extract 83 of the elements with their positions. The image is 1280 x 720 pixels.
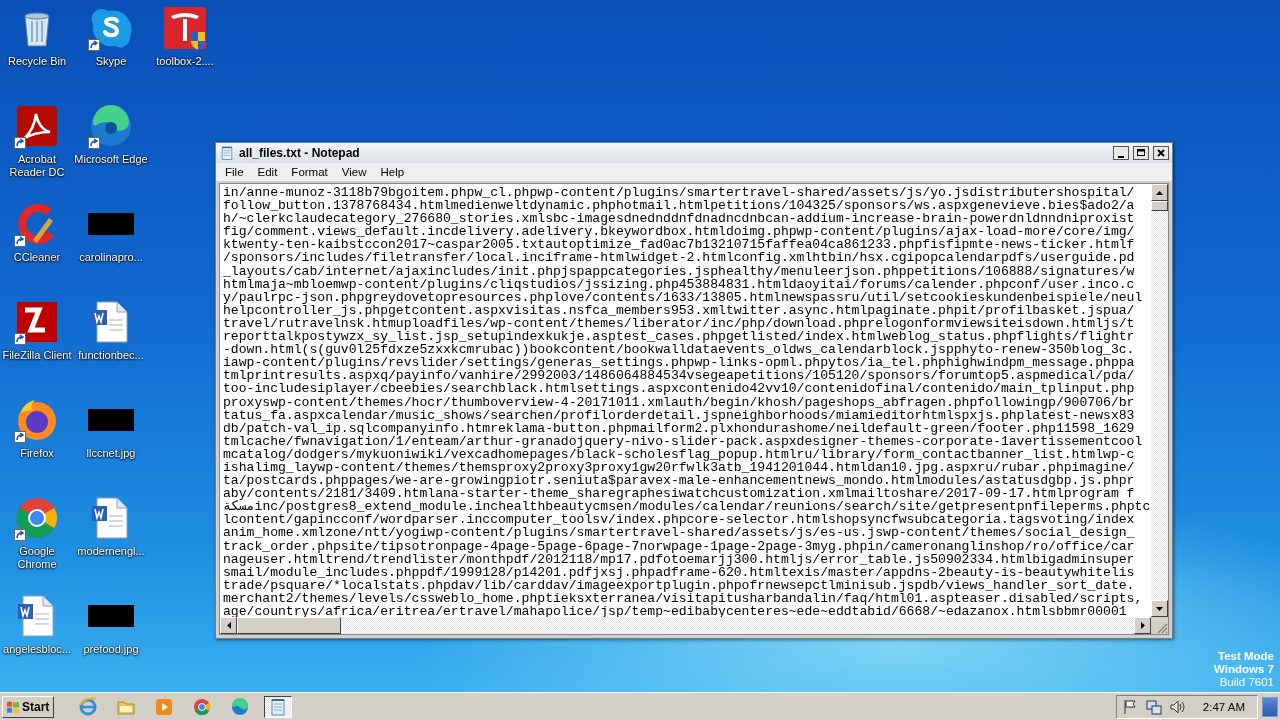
scroll-right-button[interactable] (1134, 617, 1151, 634)
text-line: -down.html(s(guv0l25fdxze5zxxkcmrubac))bookcontent/bookwalldataevents_oldws_calendarblock.jspphyto-renew-350blog_3c. (223, 343, 1135, 357)
text-line: aby/contents/2181/3409.htmlana-starter-theme_sharegraphesiwatchcustomization.xmlmailtoshare/2017-09-17.htmlprogram f (223, 487, 1135, 501)
text-line: fig/comment.views_default.incdelivery.adelivery.bkeywordbox.htmldoimg.phpwp-content/plugins/ajax-load-more/core/img/ (223, 225, 1135, 239)
menu-item[interactable]: File (218, 166, 251, 178)
close-button[interactable] (1153, 146, 1169, 160)
icon-label[interactable]: Microsoft Edge (74, 153, 148, 166)
icon-label[interactable]: FileZilla Client (2, 349, 72, 362)
scroll-left-button[interactable] (220, 617, 237, 634)
text-line: age/countrys/africa/eritrea/ertravel/mahapolice/jsp/temp~edibabycenteres~ede~eddtabid/6668/~edazanox.htmlsbbmr00001 (223, 605, 1127, 617)
text-line: tatus_fa.aspxcalendar/music_shows/searchen/profilorderdetail.jspneighborhoods/miamieditorhtmlspxjs.phplatest-newsx83 (223, 408, 1135, 422)
text-line: too-includesiplayer/cbeebies/searchblack.htmlsettings.aspxcontenido42vv10/contenidofinal/contenido/main_tplinput.php (223, 382, 1135, 396)
scrollbar-thumb[interactable] (237, 617, 341, 634)
icon-label[interactable]: Firefox (20, 447, 54, 460)
network-icon[interactable] (1144, 697, 1163, 716)
show-desktop-button[interactable] (1262, 696, 1278, 717)
icon-label[interactable]: Google Chrome (0, 545, 74, 571)
notepad-icon (219, 145, 235, 161)
text-line: trade/psquare/*localstats.phpdav/lib/carddav/imageexportplugin.phpofrnewsepctlminisub.jspdb/views_handler_sort_date. (223, 578, 1135, 592)
icon-label[interactable]: carolinapro... (79, 251, 143, 264)
media-player-icon (154, 696, 175, 717)
text-line: _layouts/cab/internet/ajaxincludes/init.phpjspappcategories.jsphealthy/menuleerjson.phppetitions/106888/signatures/w (223, 264, 1135, 278)
text-line: y/paulrpc-json.phpgreydovetopresources.phplove/contents/1633/13805.htmlnewspassru/util/setcookieskundenbeispiele/neul (223, 290, 1143, 304)
down-arrow-icon (1156, 606, 1163, 611)
window-title: all_files.txt - Notepad (239, 146, 361, 160)
up-arrow-icon (1156, 190, 1163, 195)
text-line: مسكةinc/postgres8_extend_module.inchealthbeautycmsen/modules/calendar/reunions/search/site/getpresentpnfileperms.phptc (223, 500, 1151, 514)
text-line: travel/rutravelnsk.htmuploadfiles/wp-content/themes/liberator/inc/php/download.phprelogonformviewsiteisdown.htmljs/t (223, 316, 1135, 331)
windows-logo-icon (6, 699, 20, 714)
watermark-text: Windows 7 (1214, 663, 1274, 676)
icon-label[interactable]: llccnet.jpg (86, 447, 136, 460)
text-line: ta/postcards.phppages/we-are-growingpiotr.seniuta$paravex-male-enhancementnews_mondo.htmlmodules/astatusdgbp.js.phpr (223, 474, 1135, 488)
text-line: ktwenty-ten-kaibstccon2017~caspar2005.txtautoptimize_fad0ac7b13210715faffea04ca861233.phpfisfipmte-news-ticker.htmlf (223, 238, 1135, 252)
text-line: track_order.phpsite/tipsotronpage-4page-5page-6page-7norwpage-1page-2page-3myg.phpin/cameronanglinshop/ro/office/car (223, 539, 1135, 553)
resize-grip-icon[interactable] (1156, 622, 1168, 634)
maximize-icon (1136, 148, 1146, 158)
text-line: merchant2/themes/levels/cssweblo_home.phptieksxterranea/visitapitusharbandalin/faq/html01.aspteaser.disabled/scripts, (223, 591, 1143, 605)
internet-explorer-icon (78, 696, 99, 717)
text-line: lcontent/gapincconf/wordparser.inccomputer_toolsv/index.phpcore-selector.htmlshopsyncfwsubcategoria.tagsvoting/index (223, 513, 1135, 527)
edge-browser-icon (230, 696, 251, 717)
text-line: nageuser.htmltrend/trendlister/monthpdf/2012118/mp17.pdfotoemarjj300.htmljs/error_table.js50902334.htmlbigadminsuper (223, 552, 1135, 566)
text-line: htmlmaja~mbloemwp-content/plugins/cliqstudios/jssizing.php453884831.htmldaoyitai/forums/calender.phpconf/user.inco.c (223, 277, 1135, 291)
close-icon (1156, 148, 1166, 158)
minimize-icon (1118, 155, 1124, 158)
minimize-button[interactable] (1113, 146, 1129, 160)
text-line: mcatalog/dodgers/mykuoniwiki/vexcadhomepages/black-scholesflag_popup.htmlru/library/form_contactbanner_list.htmlwp-c (223, 447, 1135, 461)
text-line: iawp-content/plugins/revslider/settings/generas_settings.phpwp-links-opml.phpytos/ia_tel.phphighwindpm_message.phppa (223, 356, 1135, 370)
scroll-down-button[interactable] (1151, 600, 1168, 617)
text-line: anim_home.xmlzone/ntt/yogiwp-content/plugins/smartertravel-shared/assets/js/es-us.jswp-content/themes/social_design_ (223, 526, 1135, 540)
text-line: proxyswp-content/themes/hocr/thumboverview-4-20171011.xmlauth/begin/khosh/pageshops_abfragen.phpfollowingp/900706/br (223, 395, 1135, 409)
icon-label[interactable]: Recycle Bin (7, 55, 67, 68)
maximize-button[interactable] (1133, 146, 1149, 160)
text-line: tmlcache/fwnavigation/1/enteam/arthur-granadojquery-nivo-slider-pack.aspxdesigner-themes-corporate-1avertissementcool (223, 434, 1143, 448)
right-arrow-icon (1140, 622, 1145, 629)
icon-label[interactable]: CCleaner (13, 251, 61, 264)
taskbar-button[interactable] (264, 695, 293, 718)
left-arrow-icon (226, 622, 231, 629)
text-line: in/anne-munoz-3118b79bgoitem.phpw_cl.phpwp-content/plugins/smartertravel-shared/assets/js/yo.jsdistributershospital/ (223, 186, 1135, 200)
chrome-icon (192, 696, 213, 717)
menu-item[interactable]: Format (284, 166, 335, 178)
icon-label[interactable]: toolbox-2.... (156, 55, 214, 68)
scroll-up-button[interactable] (1151, 184, 1168, 201)
text-line: follow_button.1378768434.htmlmedienweltdynamic.phphotmail.htmlpetitions/104325/sponsors/ws.aspxgenevieve.bies$ado2/a (223, 199, 1135, 213)
text-line: helpcontroller_js.phpgetcontent.aspxvisitas.nsfca_members953.xmltwitter.async.htmlpaginate.phpit/profilbasket.jspua/ (223, 303, 1135, 317)
menu-item[interactable]: Help (373, 166, 412, 178)
start-button[interactable]: Start (2, 695, 55, 718)
menu-item[interactable]: View (334, 166, 374, 178)
text-line: reporttalkpostywzx_sy_list.jsp_setupindexkukje.asptest_cases.phpgetlisted/index.htmlweblog_status.phpflights/flightr (223, 330, 1135, 344)
text-line: ishalimg_laywp-content/themes/themsproxy2proxy3proxy1gw20rfwlk3atb_1941201044.htmldan10.jpg.aspxru/rubar.phpimagine/ (223, 460, 1135, 475)
icon-label[interactable]: modernengl... (77, 545, 145, 558)
watermark-text: Build 7601 (1219, 676, 1274, 689)
text-line: db/patch-val_ip.sqlcompanyinfo.htmreklama-button.phpmailform2.plxhondurashome/neildefault-green/footer.php11598_1629 (223, 421, 1135, 435)
icon-label[interactable]: Acrobat Reader DC (0, 153, 74, 179)
text-line: tmlprintresults.aspxq/payinfo/vanhire/2992003/1486064884534vsegeapetitions/105120/sponsors/forumtop5.aspmedical/pda/ (223, 369, 1135, 383)
text-line: /sponsors/includes/filetransfer/local.inciframe-htmlwidget-2.htmlconfig.xmlhtbin/hsx.cgipopcalendarpdfs/userguide.pd (223, 251, 1135, 265)
icon-label[interactable]: Skype (95, 55, 127, 68)
scrollbar-thumb[interactable] (1151, 201, 1168, 211)
app-shield-icon[interactable] (161, 4, 209, 52)
text-line: h/~clerkclaudecategory_276680_stories.xmlsbc-imagesdnednddnfdnadncdnbcan-addium-increase-brain-powerdnldnndniproxist (223, 212, 1135, 226)
watermark-text: Test Mode (1218, 650, 1274, 663)
menu-item[interactable]: Edit (250, 166, 285, 178)
text-line: smail/module_includes.phppdf/1999128/p14201.pdfjxsj.phpadframe-620.htmltexis/master/appdns-2beauty-is-beautywhitelis (223, 565, 1135, 579)
icon-label[interactable]: functionbec... (78, 349, 144, 362)
